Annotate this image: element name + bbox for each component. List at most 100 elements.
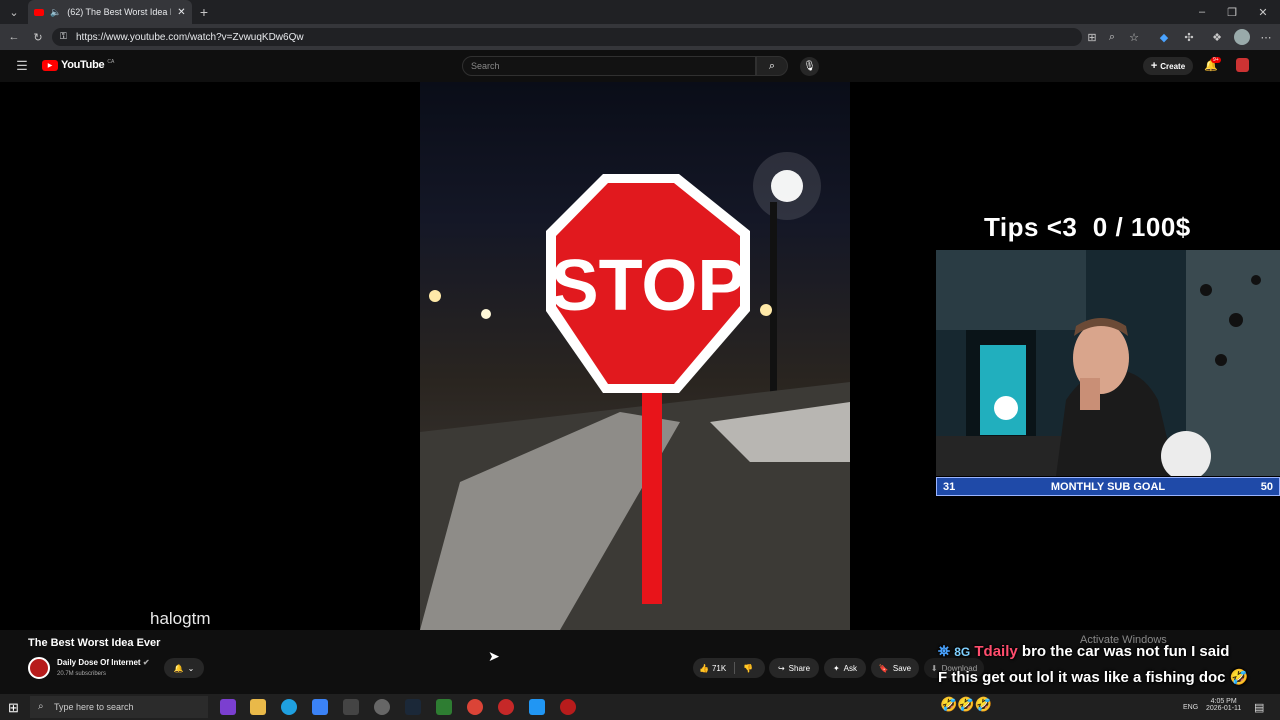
chevron-down-icon: ⌄ [187,663,195,673]
create-label: Create [1160,61,1186,71]
share-arrow-icon: ↪ [777,663,785,673]
youtube-logo[interactable]: ▶ YouTube CA [42,59,114,71]
verified-check-icon: ✔ [142,658,150,667]
taskbar-search-icon: ⌕ [38,701,44,712]
video-title: The Best Worst Idea Ever [28,637,161,649]
app-icon[interactable] [312,699,328,715]
laughing-emoji-icon: 🤣 [1229,669,1249,686]
extensions-puzzle-icon[interactable]: ✣ [1181,29,1197,45]
new-tab-plus-icon[interactable]: + [196,4,212,20]
favorite-star-icon[interactable]: ☆ [1126,29,1142,45]
site-info-icon[interactable]: ⚿ [60,31,67,42]
channel-name-text: Daily Dose Of Internet [57,658,141,667]
dislike-button[interactable]: 👎 [743,664,753,673]
subscribed-bell-button[interactable]: 🔔 ⌄ [164,658,204,678]
like-count: 71K [711,663,727,673]
thumbs-up-icon: 👍 [699,663,709,673]
create-button[interactable]: + Create [1143,57,1193,75]
chrome-app-icon[interactable] [467,699,483,715]
tab-close-icon[interactable]: ✕ [177,7,185,18]
chat-message: ⛯ 8G Tdaily bro the car was not fun I sa… [938,643,1229,660]
file-explorer-icon[interactable] [250,699,266,715]
youtube-logo-text: YouTube [61,59,105,71]
streamer-name-overlay: halogtm [150,609,211,628]
plus-icon: + [1150,60,1158,72]
clock-date: 2026-01-11 [1206,705,1242,712]
save-button[interactable]: 🔖 Save [871,658,919,678]
voice-search-button[interactable]: 🎙 [800,57,819,76]
steam-app-icon[interactable] [405,699,421,715]
browser-tab-bar [0,0,1280,24]
share-button[interactable]: ↪ Share [769,658,819,678]
obs-app-icon[interactable] [498,699,514,715]
like-button[interactable]: 👍 71K [699,664,726,673]
microphone-icon: 🎙 [803,61,816,72]
like-dislike-group: 👍 71K 👎 [693,658,765,678]
tab-title: (62) The Best Worst Idea Ever [67,7,171,17]
search-placeholder: Search [471,61,500,71]
window-close-icon[interactable]: ✕ [1255,4,1271,20]
share-label: Share [788,663,811,673]
stop-sign-text: STOP [551,246,746,326]
sub-goal-bar: 31 MONTHLY SUB GOAL 50 [936,477,1280,496]
more-menu-icon[interactable]: ⋯ [1258,29,1274,45]
search-icon: ⌕ [768,59,776,72]
clock-time: 4:05 PM [1210,698,1237,705]
collections-icon[interactable]: ❖ [1209,29,1225,45]
save-label: Save [892,663,912,673]
chat-emoji-row: 🤣🤣🤣 [940,696,993,712]
settings-gear-icon[interactable] [374,699,390,715]
notification-center-icon[interactable]: ▤ [1254,701,1264,714]
app-icon[interactable] [529,699,545,715]
ask-button[interactable]: ✦ Ask [824,658,866,678]
chat-badge-icon: 8G [954,645,971,659]
mouse-cursor-icon: ➤ [488,648,500,664]
edge-app-icon[interactable] [281,699,297,715]
thumbs-down-icon: 👎 [743,663,754,673]
search-input[interactable]: Search [462,56,756,76]
app-icon[interactable] [560,699,576,715]
refresh-icon[interactable]: ↻ [30,29,46,45]
back-arrow-icon[interactable]: ← [6,29,22,45]
apps-icon[interactable]: ⊞ [1084,29,1100,45]
sparkle-icon: ✦ [832,663,840,673]
browser-tab[interactable]: 🔈 (62) The Best Worst Idea Ever ✕ [28,0,192,24]
subscriber-count: 20.7M subscribers [57,671,107,677]
copilot-app-icon[interactable] [220,699,236,715]
zoom-icon[interactable]: ⌕ [1104,29,1120,45]
ask-label: Ask [843,663,858,673]
tips-goal-text: Tips <3 0 / 100$ [984,212,1191,242]
chat-badge-icon: ⛯ [938,643,951,660]
windows-start-icon[interactable]: ⊞ [8,700,19,716]
bell-icon: 🔔 [173,663,184,673]
youtube-play-icon: ▶ [42,59,58,71]
taskbar-search-input[interactable]: ⌕ Type here to search [30,696,208,718]
account-avatar[interactable] [1236,58,1249,72]
sub-goal-current: 31 [943,480,956,493]
hamburger-menu-icon[interactable]: ☰ [14,58,30,74]
app-icon[interactable] [343,699,359,715]
taskbar-clock[interactable]: 4:05 PM 2026-01-11 [1206,698,1241,712]
stop-sign-scene: STOP [420,152,850,630]
taskbar-search-placeholder: Type here to search [54,702,134,712]
region-code: CA [107,59,115,65]
minimize-icon[interactable]: – [1194,4,1210,20]
language-indicator[interactable]: ENG [1183,704,1198,711]
sub-goal-target: 50 [1260,480,1273,493]
youtube-favicon-icon [34,8,44,16]
chat-message: F this get out lol it was like a fishing… [938,668,1248,686]
url-field[interactable]: ⚿ https://www.youtube.com/watch?v=ZvwuqK… [52,28,1082,46]
profile-avatar[interactable] [1234,29,1250,45]
speaker-icon[interactable]: 🔈 [50,7,61,18]
chat-text: bro the car was not fun I said [1021,643,1230,660]
channel-avatar[interactable] [28,657,50,679]
app-icon[interactable] [436,699,452,715]
channel-name[interactable]: Daily Dose Of Internet ✔ [57,658,150,667]
webcam-overlay [936,250,1280,476]
search-button[interactable]: ⌕ [756,56,788,76]
tab-list-chevron-icon[interactable]: ⌄ [6,4,22,20]
chat-overlay: ⛯ 8G Tdaily bro the car was not fun I sa… [936,640,1280,694]
extension-icon[interactable]: ◆ [1156,29,1172,45]
restore-icon[interactable]: ❐ [1224,4,1240,20]
notification-count-badge: 9+ [1211,57,1221,63]
